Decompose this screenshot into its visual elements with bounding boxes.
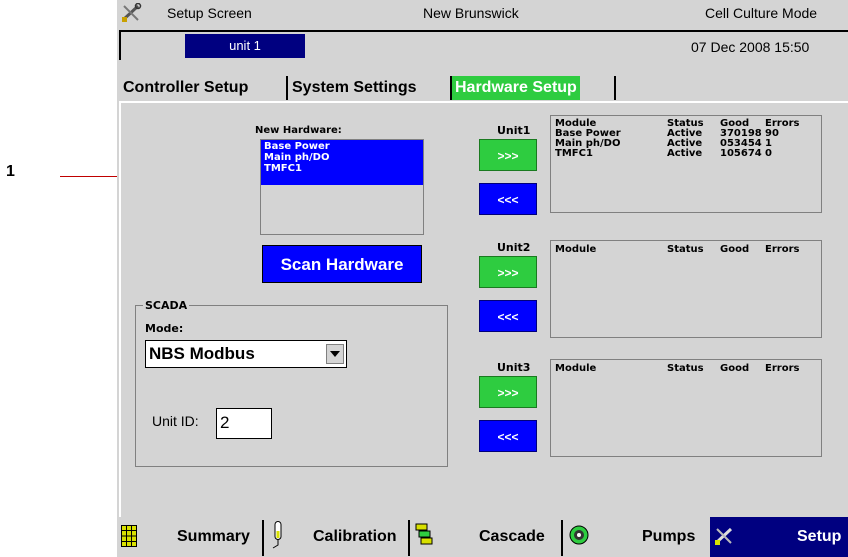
mode-label: Mode: [145, 322, 184, 335]
unit3-add-button[interactable]: >>> [479, 376, 537, 408]
nav-cascade[interactable]: Cascade [479, 528, 545, 546]
nav-divider [262, 520, 264, 556]
unit-id-label: Unit ID: [152, 413, 199, 429]
header-errors: Errors [765, 244, 800, 255]
header-module: Module [555, 244, 597, 255]
tab-divider [286, 76, 288, 100]
header-status: Status [667, 244, 704, 255]
header-good: Good [720, 363, 750, 374]
header-status: Status [667, 363, 704, 374]
tab-divider [614, 76, 616, 100]
list-item[interactable]: Main ph/DO [264, 152, 420, 163]
dropdown-button[interactable] [326, 344, 344, 364]
unit2-remove-button[interactable]: <<< [479, 300, 537, 332]
unit3-remove-button[interactable]: <<< [479, 420, 537, 452]
new-hardware-label: New Hardware: [255, 125, 342, 136]
tab-system-settings[interactable]: System Settings [292, 76, 416, 100]
unit3-label: Unit3 [497, 361, 531, 374]
scada-legend: SCADA [143, 299, 190, 312]
list-item[interactable]: Base Power [264, 141, 420, 152]
setup-screen: Setup Screen New Brunswick Cell Culture … [117, 0, 848, 557]
probe-icon [272, 521, 282, 549]
chevron-down-icon [330, 351, 340, 357]
callout-number: 1 [6, 163, 15, 180]
mode-value: NBS Modbus [149, 344, 255, 363]
wrench-screwdriver-icon [714, 527, 733, 545]
bottom-nav: Summary Calibration Cascade Pumps Setup [117, 517, 848, 557]
unit1-add-button[interactable]: >>> [479, 139, 537, 171]
unit-tab[interactable]: unit 1 [185, 34, 305, 58]
wrench-screwdriver-icon [121, 3, 142, 22]
nav-calibration[interactable]: Calibration [313, 528, 397, 546]
scan-hardware-button[interactable]: Scan Hardware [262, 245, 422, 283]
unit2-label: Unit2 [497, 241, 531, 254]
module-name: TMFC1 [555, 148, 593, 159]
unit1-module-table: Module Status Good Errors Base Power Act… [550, 115, 822, 213]
nav-divider [561, 520, 563, 556]
header-module: Module [555, 363, 597, 374]
pump-icon [569, 525, 589, 545]
brand-name: New Brunswick [423, 5, 519, 21]
unit2-module-table: Module Status Good Errors [550, 240, 822, 338]
unit-bar: unit 1 07 Dec 2008 15:50 [119, 30, 848, 60]
new-hardware-list[interactable]: Base Power Main ph/DO TMFC1 [260, 139, 424, 235]
nav-divider [408, 520, 410, 556]
tab-controller-setup[interactable]: Controller Setup [123, 76, 248, 100]
unit3-module-table: Module Status Good Errors [550, 359, 822, 457]
list-item[interactable]: TMFC1 [264, 163, 420, 174]
title-bar: Setup Screen New Brunswick Cell Culture … [117, 0, 848, 26]
module-good: 105674 [720, 148, 762, 159]
grid-table-icon [121, 525, 137, 547]
header-good: Good [720, 244, 750, 255]
tab-hardware-setup[interactable]: Hardware Setup [452, 76, 580, 100]
mode-select[interactable]: NBS Modbus [145, 340, 347, 368]
unit1-remove-button[interactable]: <<< [479, 183, 537, 215]
screen-name: Setup Screen [167, 5, 252, 21]
nav-setup[interactable]: Setup [797, 528, 841, 546]
culture-mode: Cell Culture Mode [705, 5, 818, 21]
new-hardware-selection[interactable]: Base Power Main ph/DO TMFC1 [261, 140, 423, 185]
cascade-icon [415, 523, 433, 545]
date-time: 07 Dec 2008 15:50 [691, 39, 810, 55]
unit1-label: Unit1 [497, 124, 531, 137]
unit2-add-button[interactable]: >>> [479, 256, 537, 288]
unit-id-input[interactable]: 2 [216, 408, 272, 439]
header-errors: Errors [765, 363, 800, 374]
nav-pumps[interactable]: Pumps [642, 528, 695, 546]
module-status: Active [667, 148, 703, 159]
nav-summary[interactable]: Summary [177, 528, 250, 546]
module-errors: 0 [765, 148, 772, 159]
